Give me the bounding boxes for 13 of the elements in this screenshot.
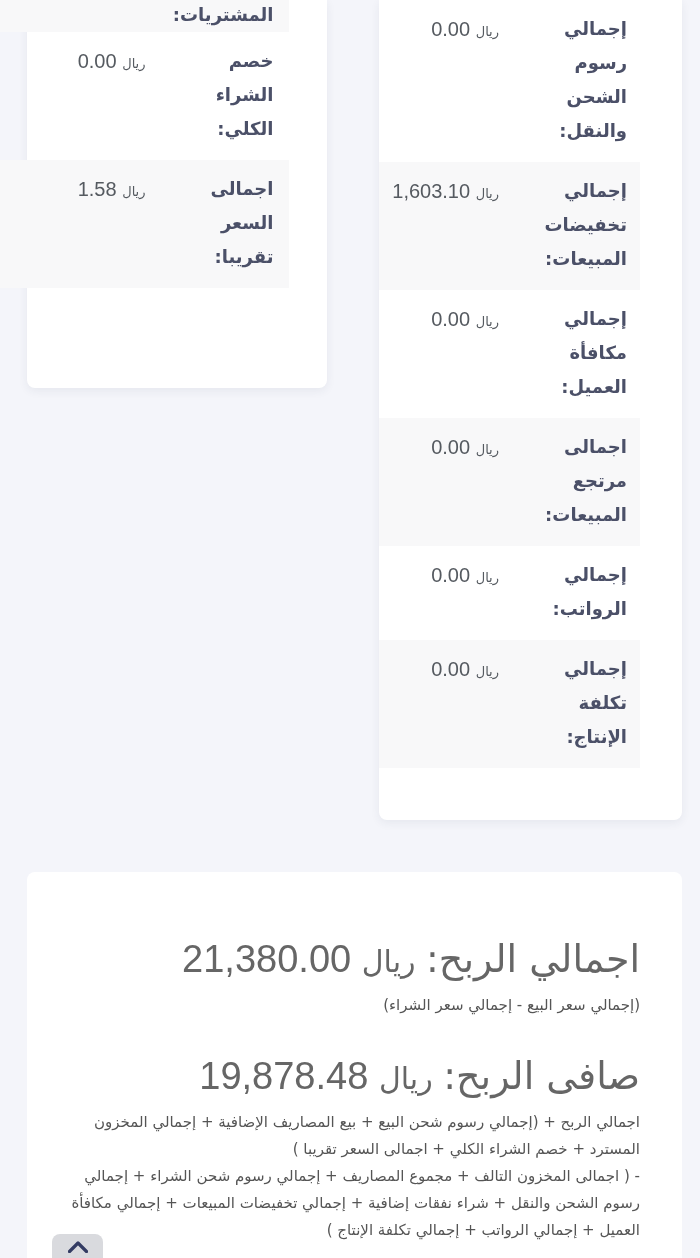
- row-label: اجمالى مرتجع المبيعات:: [545, 435, 627, 527]
- row-label: المشتريات:: [172, 3, 274, 28]
- row-label: اجمالى السعر تقريبا:: [210, 177, 274, 270]
- gross-profit-formula: (إجمالي سعر البيع - إجمالي سعر الشراء): [382, 995, 640, 1016]
- row-label: إجمالي الرواتب:: [552, 563, 627, 622]
- row-label: إجمالي تخفيضات المبيعات:: [544, 179, 627, 271]
- row-label: خصم الشراء الكلي:: [215, 49, 274, 142]
- row-label: إجمالي مكافأة العميل:: [561, 307, 627, 399]
- row-label: إجمالي تكلفة الإنتاج:: [564, 657, 627, 750]
- net-profit-formula: اجمالي الربح + (إجمالي رسوم شحن البيع + بيع المصاريف الإضافية + إجمالي المخزون المسترد + خصم الشراء الكلي + اجمالى السعر تقريبا ): [93, 1112, 640, 1161]
- row-label: إجمالي رسوم الشحن والنقل:: [559, 17, 627, 144]
- net-profit-formula: - ( اجمالى المخزون التالف + مجموع المصاريف + إجمالي رسوم شحن الشراء + إجمالي رسوم الشحن والنقل + شراء نفقات إضافية + إجمالي تخفيضات المبيعات + إجمالي مكافأة العميل + إجمالي الرواتب + إجمالي تكلفة الإنتاج ): [70, 1166, 640, 1242]
- chevron-up-icon: [67, 1241, 88, 1253]
